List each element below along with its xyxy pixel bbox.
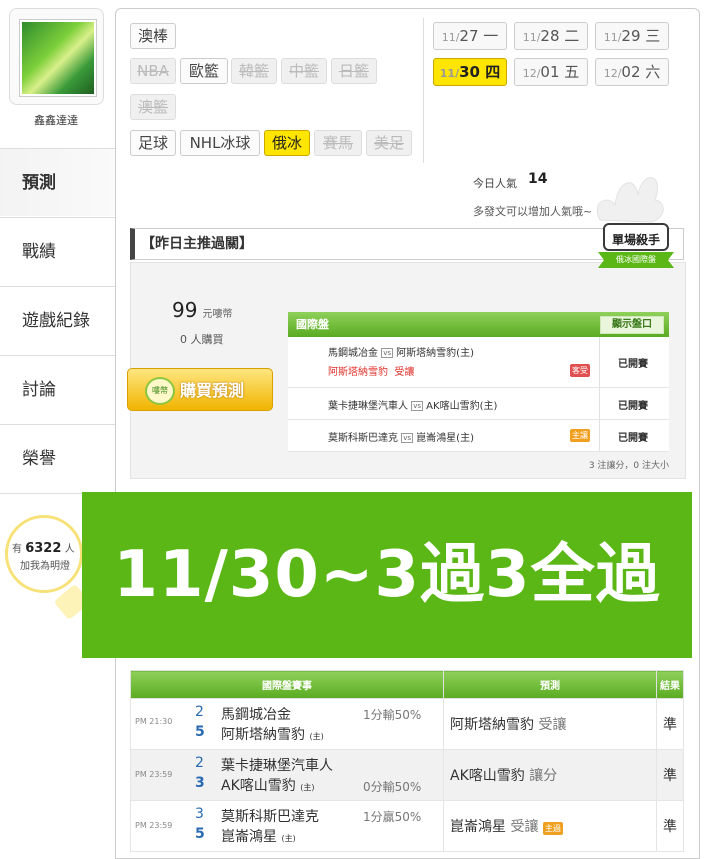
match-status: 已開賽: [618, 401, 648, 412]
show-odds-button[interactable]: 顯示盤口: [600, 316, 664, 334]
nav-discussion[interactable]: 討論: [0, 355, 116, 423]
nav-game-history[interactable]: 遊戲紀錄: [0, 286, 116, 354]
intl-row: 馬鋼城冶金 vs 阿斯塔納雪豹(主) 阿斯塔納雪豹 受讓 客受 已開賽: [288, 337, 669, 388]
date-tab[interactable]: 12/01 五: [514, 58, 588, 86]
sport-tag[interactable]: 歐籃: [180, 58, 228, 84]
fans-count: 有 6322 人: [12, 541, 75, 556]
result-banner: 11/30~3過3全過: [82, 492, 692, 658]
intl-row: 葉卡捷琳堡汽車人 vs AK喀山雪豹(主) 已開賽: [288, 388, 669, 420]
sport-tag[interactable]: 足球: [130, 130, 176, 156]
sport-tag: 韓籃: [231, 58, 277, 84]
sport-tag: NBA: [130, 58, 176, 84]
intl-header: 國際盤 顯示盤口: [288, 312, 669, 337]
follow-link[interactable]: 加我為明燈: [20, 557, 70, 572]
match-status: 已開賽: [618, 359, 648, 370]
tag-badge: 客受: [570, 364, 590, 377]
results-table: 國際盤賽事 預測 結果 PM 21:30 2 馬鋼城冶金 5 阿斯塔納雪豹 (主…: [130, 670, 684, 852]
sport-tag: 中籃: [281, 58, 327, 84]
result-mark: 準: [656, 698, 684, 750]
date-tab-selected[interactable]: 11/30 四: [433, 58, 507, 86]
price: 99 元嘍幣: [172, 298, 233, 322]
result-row: PM 21:30 2 馬鋼城冶金 5 阿斯塔納雪豹 (主) 1分輸50% 阿斯塔…: [130, 698, 684, 750]
col-header: 結果: [656, 670, 684, 699]
nav-predict[interactable]: 預測: [0, 148, 116, 216]
nav-record[interactable]: 戰績: [0, 217, 116, 285]
intl-odds-table: 國際盤 顯示盤口 馬鋼城冶金 vs 阿斯塔納雪豹(主) 阿斯塔納雪豹 受讓 客受…: [288, 312, 669, 471]
sport-tag: 賽馬: [314, 130, 362, 156]
date-tab[interactable]: 11/27 一: [433, 22, 507, 50]
result-mark: 準: [656, 800, 684, 852]
sport-tag: 美足: [366, 130, 412, 156]
buyers: 0 人購買: [180, 333, 224, 346]
sport-tag-selected[interactable]: 俄冰: [264, 130, 310, 156]
result-mark: 準: [656, 749, 684, 801]
date-tab[interactable]: 12/02 六: [595, 58, 669, 86]
sport-tag[interactable]: NHL冰球: [180, 130, 260, 156]
username: 鑫鑫達達: [34, 114, 78, 127]
nav-honor[interactable]: 榮譽: [0, 424, 116, 494]
badge-title: 單場殺手: [611, 233, 660, 247]
user-avatar[interactable]: [20, 20, 96, 96]
popularity-hint: 多發文可以增加人氣哦~: [473, 205, 593, 218]
sport-tag: 澳籃: [130, 94, 176, 120]
match-status: 已開賽: [618, 433, 648, 444]
intl-row: 莫斯科斯巴達克 vs 崑崙鴻星(主) 主讓 已開賽: [288, 420, 669, 452]
col-header: 預測: [443, 670, 657, 699]
divider: [423, 18, 424, 163]
badge-subtitle: 俄冰國際盤: [616, 255, 656, 264]
tag-badge: 主讓: [570, 429, 590, 442]
col-header: 國際盤賽事: [130, 670, 444, 699]
date-tab[interactable]: 11/28 二: [514, 22, 588, 50]
splash-watermark-icon: [596, 177, 664, 223]
coin-icon: 嘍幣: [145, 377, 175, 405]
popularity-value: 14: [528, 171, 548, 187]
intl-footer: 3 注讓分，0 注大小: [588, 461, 669, 471]
sport-tag: 日籃: [331, 58, 377, 84]
result-row: PM 23:59 2 葉卡捷琳堡汽車人 3 AK喀山雪豹 (主) 0分輸50% …: [130, 749, 684, 801]
popularity-label: 今日人氣: [473, 177, 517, 190]
sport-tag[interactable]: 澳棒: [130, 23, 176, 49]
result-row: PM 23:59 3 莫斯科斯巴達克 5 崑崙鴻星 (主) 1分贏50% 崑崙鴻…: [130, 800, 684, 852]
date-tab[interactable]: 11/29 三: [595, 22, 669, 50]
